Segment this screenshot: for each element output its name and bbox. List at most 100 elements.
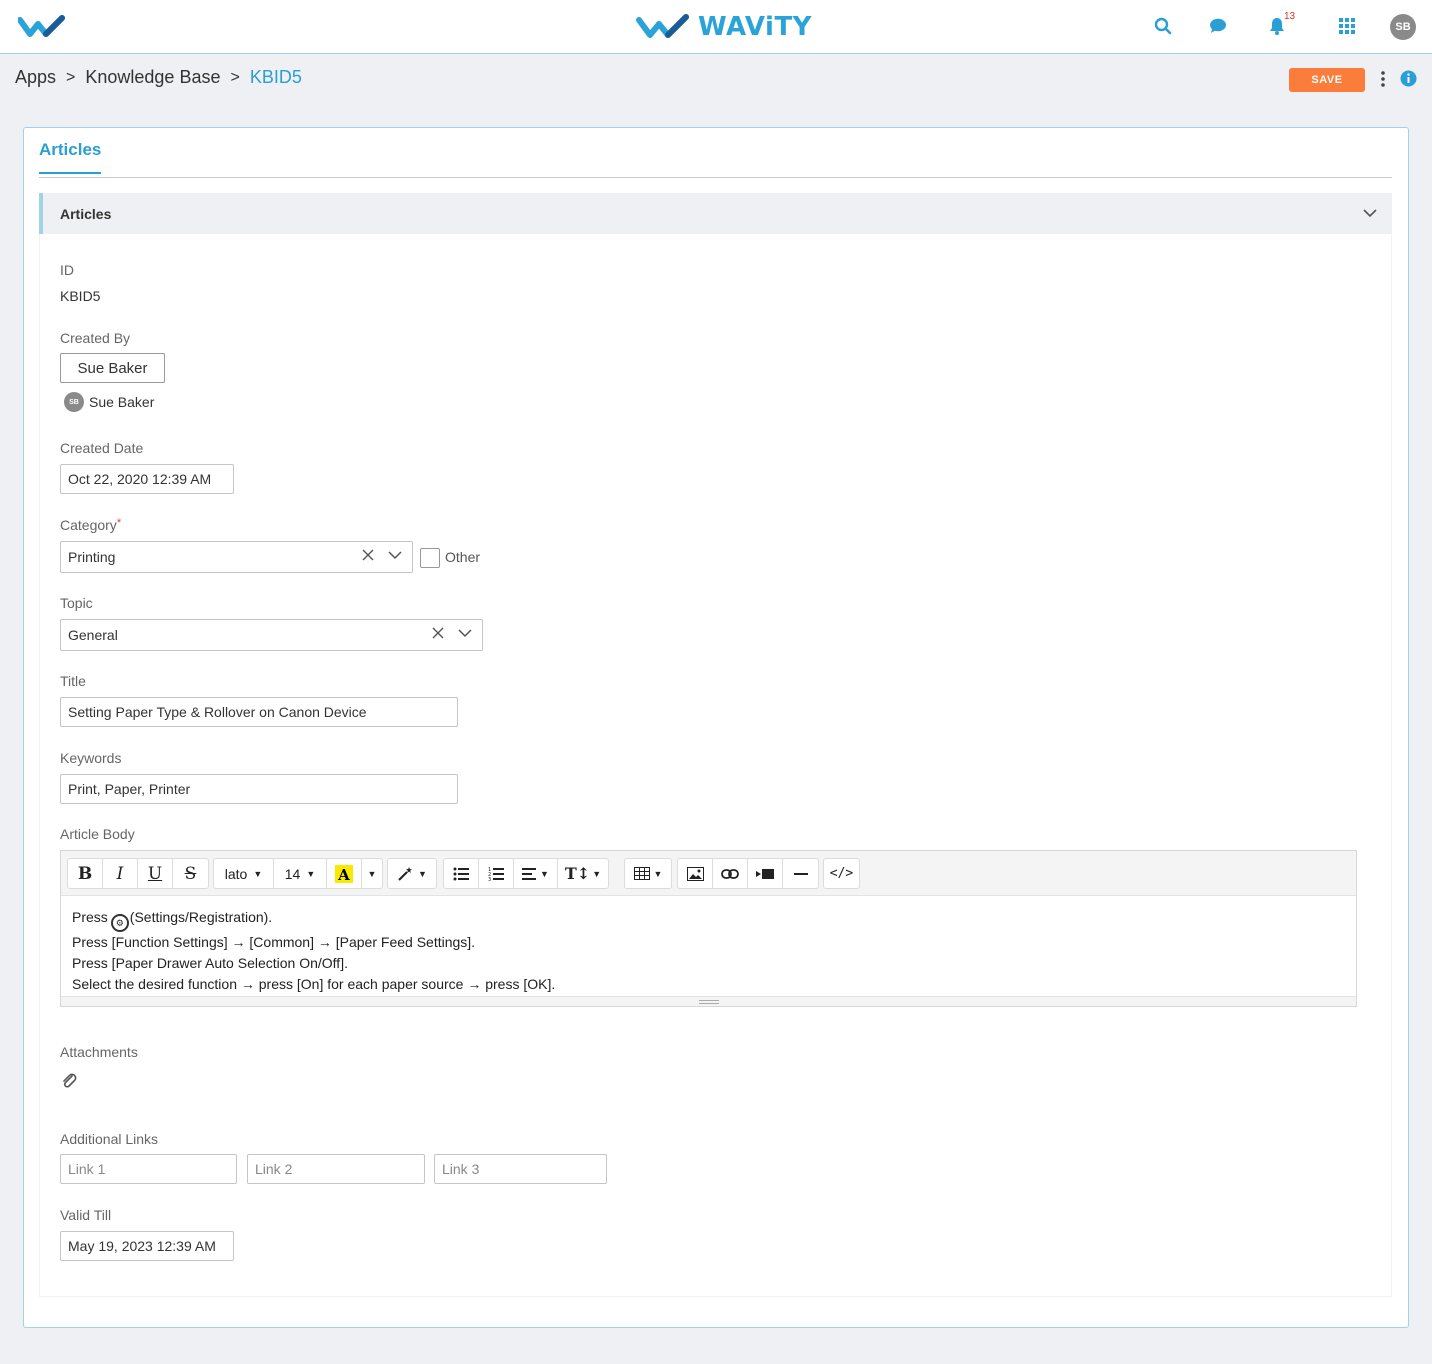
created-date-label: Created Date bbox=[60, 440, 144, 456]
text-size-dropdown[interactable]: T↕ ▼ bbox=[558, 859, 608, 888]
italic-button[interactable]: I bbox=[103, 859, 138, 888]
body-line-1-start: Press bbox=[72, 909, 108, 925]
strikethrough-button[interactable]: S bbox=[173, 859, 208, 888]
caret-down-icon: ▼ bbox=[306, 868, 316, 879]
magic-wand-icon bbox=[398, 866, 413, 881]
tab-articles[interactable]: Articles bbox=[39, 140, 102, 174]
font-family-dropdown[interactable]: lato ▼ bbox=[214, 859, 274, 888]
attachments-label: Attachments bbox=[60, 1044, 138, 1060]
title-field[interactable]: Setting Paper Type & Rollover on Canon D… bbox=[60, 697, 458, 727]
code-view-button[interactable]: </> bbox=[824, 859, 859, 888]
body-line-3: Press [Paper Drawer Auto Selection On/Of… bbox=[72, 955, 348, 971]
font-size-dropdown[interactable]: 14 ▼ bbox=[274, 859, 327, 888]
table-group: ▼ bbox=[624, 858, 672, 889]
topic-label: Topic bbox=[60, 595, 93, 611]
created-by-user-name: Sue Baker bbox=[89, 394, 155, 410]
created-by-label: Created By bbox=[60, 330, 131, 346]
text-color-icon: A bbox=[335, 864, 353, 883]
article-body-label: Article Body bbox=[60, 826, 135, 842]
font-family-value: lato bbox=[224, 865, 248, 882]
video-icon bbox=[756, 868, 774, 879]
created-date-field[interactable]: Oct 22, 2020 12:39 AM bbox=[60, 464, 234, 494]
body-line-2: Press [Function Settings] → [Common] → [… bbox=[72, 934, 476, 950]
underline-button[interactable]: U bbox=[138, 859, 173, 888]
brand-name: WAViTY bbox=[698, 12, 813, 42]
magic-wand-dropdown[interactable]: ▼ bbox=[388, 859, 436, 888]
numbered-list-button[interactable]: 123 bbox=[479, 859, 514, 888]
bullet-list-button[interactable] bbox=[444, 859, 479, 888]
search-icon[interactable] bbox=[1152, 15, 1174, 37]
title-label: Title bbox=[60, 673, 86, 689]
section-header[interactable]: Articles bbox=[39, 193, 1392, 234]
caret-down-icon: ▼ bbox=[653, 868, 663, 879]
bullet-list-icon bbox=[453, 867, 469, 880]
category-label: Category* bbox=[60, 517, 121, 533]
notification-badge: 13 bbox=[1284, 11, 1296, 22]
caret-down-icon: ▼ bbox=[418, 868, 427, 879]
table-dropdown[interactable]: ▼ bbox=[625, 859, 671, 888]
category-label-text: Category bbox=[60, 517, 117, 533]
tab-divider bbox=[39, 177, 1392, 178]
image-icon bbox=[686, 866, 704, 881]
apps-grid-icon[interactable] bbox=[1336, 15, 1358, 37]
keywords-label: Keywords bbox=[60, 750, 122, 766]
clear-icon[interactable] bbox=[362, 549, 374, 561]
bold-button[interactable]: B bbox=[68, 859, 103, 888]
topic-select[interactable]: General bbox=[60, 619, 483, 651]
breadcrumb-item-knowledge-base[interactable]: Knowledge Base bbox=[85, 67, 220, 88]
chevron-down-icon[interactable] bbox=[458, 628, 472, 638]
insert-image-button[interactable] bbox=[678, 859, 713, 888]
chevron-down-icon[interactable] bbox=[1362, 206, 1378, 220]
caret-down-icon: ▼ bbox=[592, 868, 602, 879]
section-title: Articles bbox=[60, 206, 112, 222]
top-bar: WAViTY 13 SB bbox=[0, 0, 1432, 54]
horizontal-rule-button[interactable] bbox=[783, 859, 818, 888]
rich-text-editor: B I U S lato ▼ 14 ▼ A ▼ ▼ 123 ▼ T↕ ▼ ▼ <… bbox=[60, 850, 1357, 1007]
text-height-icon: T↕ bbox=[564, 864, 591, 883]
breadcrumb-item-apps[interactable]: Apps bbox=[15, 67, 56, 88]
body-line-1: Press ⚙ (Settings/Registration). bbox=[72, 907, 555, 932]
align-dropdown[interactable]: ▼ bbox=[514, 859, 558, 888]
editor-resize-handle[interactable] bbox=[61, 996, 1356, 1006]
info-icon[interactable] bbox=[1400, 70, 1417, 87]
id-label: ID bbox=[60, 262, 74, 278]
format-group: B I U S bbox=[67, 858, 209, 889]
id-value: KBID5 bbox=[60, 288, 101, 304]
more-options-icon[interactable] bbox=[1377, 70, 1389, 88]
topic-value: General bbox=[68, 627, 118, 643]
category-value: Printing bbox=[68, 549, 116, 565]
body-line-4: Select the desired function → press [On]… bbox=[72, 976, 556, 992]
chat-icon[interactable] bbox=[1207, 15, 1229, 37]
breadcrumb-separator: > bbox=[66, 68, 76, 86]
required-mark: * bbox=[116, 517, 122, 529]
wavity-logo-icon[interactable] bbox=[18, 14, 70, 40]
save-button[interactable]: SAVE bbox=[1289, 68, 1365, 92]
insert-link-button[interactable] bbox=[713, 859, 748, 888]
created-by-chip[interactable]: Sue Baker bbox=[60, 353, 165, 383]
other-checkbox[interactable] bbox=[420, 548, 440, 568]
valid-till-field[interactable]: May 19, 2023 12:39 AM bbox=[60, 1231, 234, 1261]
color-dropdown-caret[interactable]: ▼ bbox=[362, 859, 382, 888]
category-select[interactable]: Printing bbox=[60, 541, 413, 573]
clear-icon[interactable] bbox=[432, 627, 444, 639]
insert-video-button[interactable] bbox=[748, 859, 783, 888]
user-avatar[interactable]: SB bbox=[1390, 14, 1416, 40]
wavity-mark-icon bbox=[636, 14, 689, 38]
editor-content[interactable]: Press ⚙ (Settings/Registration). Press [Fu… bbox=[72, 907, 555, 995]
settings-gear-icon: ⚙ bbox=[110, 914, 129, 932]
breadcrumb: Apps > Knowledge Base > KBID5 bbox=[15, 67, 302, 88]
link-1-input[interactable] bbox=[60, 1154, 237, 1184]
horizontal-rule-icon bbox=[793, 872, 808, 875]
keywords-field[interactable]: Print, Paper, Printer bbox=[60, 774, 458, 804]
other-label: Other bbox=[445, 549, 481, 565]
link-3-input[interactable] bbox=[434, 1154, 607, 1184]
select-controls bbox=[432, 627, 472, 639]
caret-down-icon: ▼ bbox=[540, 868, 549, 879]
created-by-user: SB Sue Baker bbox=[64, 392, 154, 412]
insert-group bbox=[677, 858, 819, 889]
highlight-color-button[interactable]: A bbox=[327, 859, 362, 888]
link-icon bbox=[721, 868, 739, 879]
link-2-input[interactable] bbox=[247, 1154, 425, 1184]
chevron-down-icon[interactable] bbox=[388, 550, 402, 560]
paperclip-icon[interactable] bbox=[61, 1072, 77, 1090]
